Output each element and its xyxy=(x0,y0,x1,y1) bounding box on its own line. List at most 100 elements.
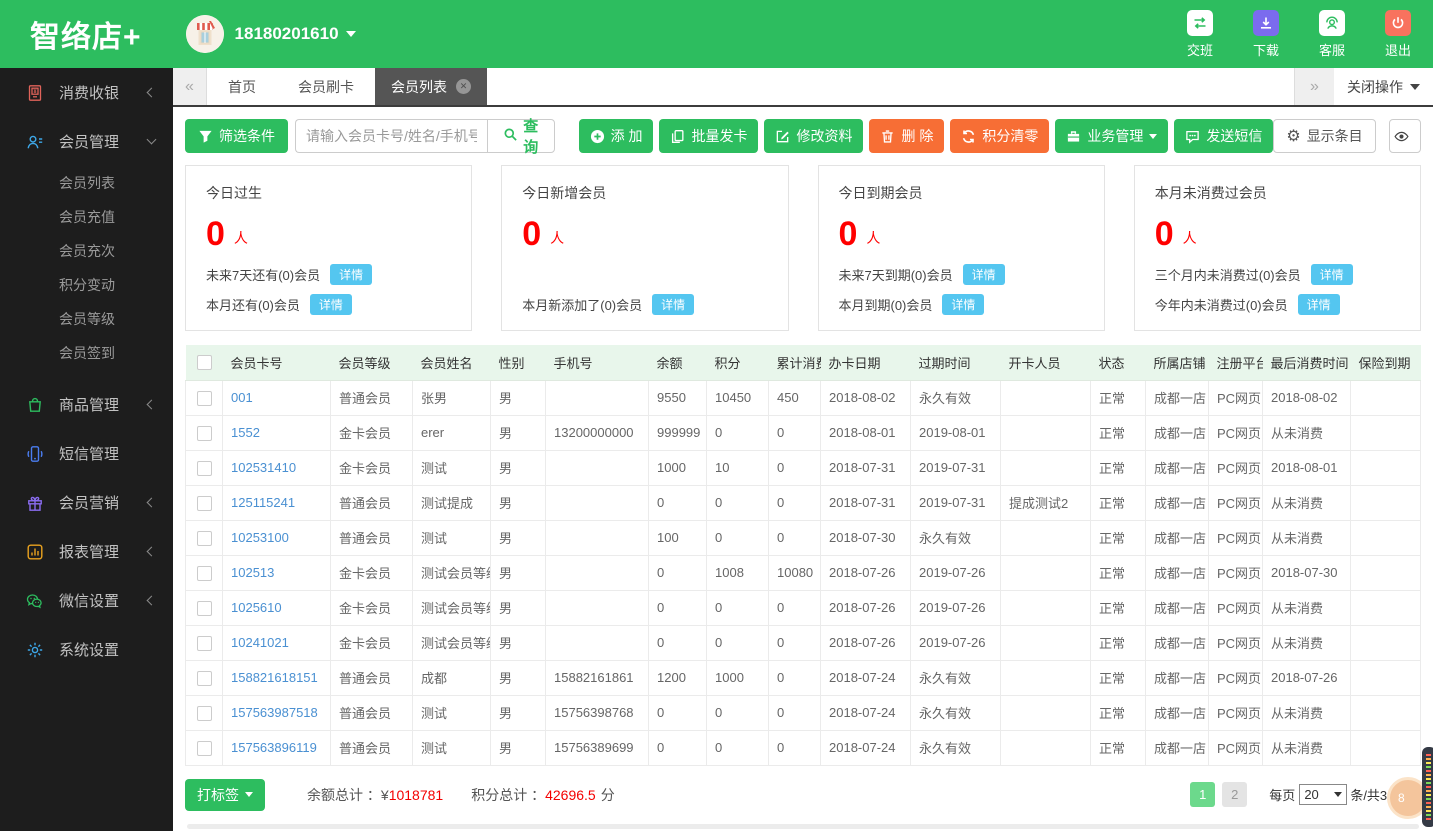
column-header-8[interactable]: 办卡日期 xyxy=(820,345,911,381)
page-button-1[interactable]: 1 xyxy=(1190,782,1216,807)
row-checkbox[interactable] xyxy=(196,425,212,441)
business-manage-button[interactable]: 业务管理 xyxy=(1055,119,1169,153)
column-header-2[interactable]: 会员姓名 xyxy=(412,345,491,381)
sidebar-item-report-manage[interactable]: 报表管理 xyxy=(0,527,173,576)
member-card-link[interactable]: 158821618151 xyxy=(231,670,318,685)
column-header-10[interactable]: 开卡人员 xyxy=(1000,345,1091,381)
horizontal-scrollbar[interactable] xyxy=(187,824,1419,829)
search-button[interactable]: 查询 xyxy=(487,118,555,156)
select-all-checkbox[interactable] xyxy=(196,355,212,371)
sidebar-subitem-member-recharge-times[interactable]: 会员充次 xyxy=(0,234,173,268)
close-operations-dropdown[interactable]: 关闭操作 xyxy=(1334,68,1433,105)
send-sms-button[interactable]: 发送短信 xyxy=(1174,119,1274,153)
add-button[interactable]: 添 加 xyxy=(578,119,654,153)
member-card-link[interactable]: 102513 xyxy=(231,565,274,580)
column-header-1[interactable]: 会员等级 xyxy=(330,345,413,381)
column-header-3[interactable]: 性别 xyxy=(490,345,546,381)
page-button-2[interactable]: 2 xyxy=(1222,782,1248,807)
column-header-7[interactable]: 累计消费 xyxy=(768,345,821,381)
display-items-button[interactable]: ⚙ 显示条目 xyxy=(1273,119,1376,153)
tab-label: 首页 xyxy=(228,78,256,95)
detail-badge-button[interactable]: 详情 xyxy=(309,294,352,315)
sidebar-subitem-member-list[interactable]: 会员列表 xyxy=(0,166,173,200)
row-checkbox[interactable] xyxy=(196,600,212,616)
top-action-label: 下载 xyxy=(1252,42,1279,58)
member-card-link[interactable]: 157563987518 xyxy=(231,705,318,720)
batch-issue-card-button[interactable]: 批量发卡 xyxy=(659,119,759,153)
tab-close-icon[interactable]: ✕ xyxy=(456,79,471,94)
top-action-shift-change[interactable]: 交班 xyxy=(1186,9,1213,59)
column-header-4[interactable]: 手机号 xyxy=(545,345,649,381)
tab-home[interactable]: 首页 xyxy=(207,68,277,105)
top-action-customer-service[interactable]: 客服 xyxy=(1318,9,1345,59)
sidebar-item-member-marketing[interactable]: 会员营销 xyxy=(0,478,173,527)
row-checkbox[interactable] xyxy=(196,635,212,651)
member-card-link[interactable]: 001 xyxy=(231,390,253,405)
cell-2: 测试 xyxy=(412,729,491,766)
row-checkbox[interactable] xyxy=(196,670,212,686)
detail-badge-button[interactable]: 详情 xyxy=(962,264,1005,285)
filter-icon xyxy=(198,129,213,144)
member-card-link[interactable]: 157563896119 xyxy=(231,740,317,755)
row-checkbox[interactable] xyxy=(196,740,212,756)
delete-button[interactable]: 删 除 xyxy=(869,119,945,153)
visibility-toggle-button[interactable] xyxy=(1388,119,1421,153)
edit-profile-button[interactable]: 修改资料 xyxy=(764,119,864,153)
member-card-link[interactable]: 1025610 xyxy=(231,600,282,615)
row-checkbox[interactable] xyxy=(196,495,212,511)
row-checkbox[interactable] xyxy=(196,390,212,406)
cell-1: 金卡会员 xyxy=(330,624,413,661)
sidebar-subitem-member-recharge[interactable]: 会员充值 xyxy=(0,200,173,234)
sidebar-item-system-settings[interactable]: 系统设置 xyxy=(0,625,173,674)
column-header-0[interactable]: 会员卡号 xyxy=(222,345,331,381)
row-checkbox[interactable] xyxy=(196,705,212,721)
filter-conditions-button[interactable]: 筛选条件 xyxy=(185,119,288,153)
member-card-link[interactable]: 10241021 xyxy=(231,635,289,650)
sidebar-item-goods-manage[interactable]: 商品管理 xyxy=(0,380,173,429)
detail-badge-button[interactable]: 详情 xyxy=(942,294,985,315)
row-checkbox[interactable] xyxy=(196,530,212,546)
member-card-link[interactable]: 125115241 xyxy=(231,495,295,510)
print-tag-button[interactable]: 打标签 xyxy=(185,778,265,811)
column-header-5[interactable]: 余额 xyxy=(648,345,707,381)
member-card-link[interactable]: 102531410 xyxy=(231,460,296,475)
user-account-dropdown[interactable]: 18180201610 xyxy=(185,15,356,53)
detail-badge-button[interactable]: 详情 xyxy=(330,264,373,285)
row-checkbox[interactable] xyxy=(196,565,212,581)
detail-badge-button[interactable]: 详情 xyxy=(1310,264,1353,285)
sidebar-subitem-points-change[interactable]: 积分变动 xyxy=(0,268,173,302)
search-input[interactable] xyxy=(295,119,487,153)
cell-6: 0 xyxy=(706,484,769,521)
sidebar-item-sms-manage[interactable]: 短信管理 xyxy=(0,429,173,478)
column-header-14[interactable]: 最后消费时间 xyxy=(1262,345,1351,381)
cell-12: 成都一店 xyxy=(1145,624,1209,661)
column-header-13[interactable]: 注册平台 xyxy=(1208,345,1263,381)
member-card-link[interactable]: 1552 xyxy=(231,425,260,440)
row-checkbox[interactable] xyxy=(196,460,212,476)
table-row: 10241021金卡会员测试会员等级男0002018-07-262019-07-… xyxy=(185,624,1421,661)
per-page-select[interactable]: 20 xyxy=(1299,784,1348,805)
tabs-scroll-right-button[interactable]: » xyxy=(1294,68,1334,105)
column-header-6[interactable]: 积分 xyxy=(706,345,769,381)
search-group: 查询 xyxy=(295,118,555,156)
column-header-12[interactable]: 所属店铺 xyxy=(1145,345,1209,381)
tab-member-swipe[interactable]: 会员刷卡 xyxy=(277,68,375,105)
clear-points-button[interactable]: 积分清零 xyxy=(950,119,1050,153)
sidebar-item-member-manage[interactable]: 会员管理 xyxy=(0,117,173,166)
column-header-9[interactable]: 过期时间 xyxy=(910,345,1001,381)
sidebar-item-consume-cashier[interactable]: ¥ 消费收银 xyxy=(0,68,173,117)
cell-1: 金卡会员 xyxy=(330,554,413,591)
tabs-scroll-left-button[interactable]: « xyxy=(173,68,207,105)
detail-badge-button[interactable]: 详情 xyxy=(652,294,695,315)
top-action-logout[interactable]: 退出 xyxy=(1384,9,1411,59)
member-card-link[interactable]: 10253100 xyxy=(231,530,289,545)
download-icon xyxy=(1252,9,1279,36)
column-header-11[interactable]: 状态 xyxy=(1090,345,1146,381)
sidebar-item-wechat-settings[interactable]: 微信设置 xyxy=(0,576,173,625)
column-header-15[interactable]: 保险到期 xyxy=(1350,345,1421,381)
top-action-download[interactable]: 下载 xyxy=(1252,9,1279,59)
detail-badge-button[interactable]: 详情 xyxy=(1297,294,1340,315)
tab-member-list[interactable]: 会员列表 ✕ xyxy=(375,68,487,105)
sidebar-subitem-member-level[interactable]: 会员等级 xyxy=(0,302,173,336)
sidebar-subitem-member-checkin[interactable]: 会员签到 xyxy=(0,336,173,370)
